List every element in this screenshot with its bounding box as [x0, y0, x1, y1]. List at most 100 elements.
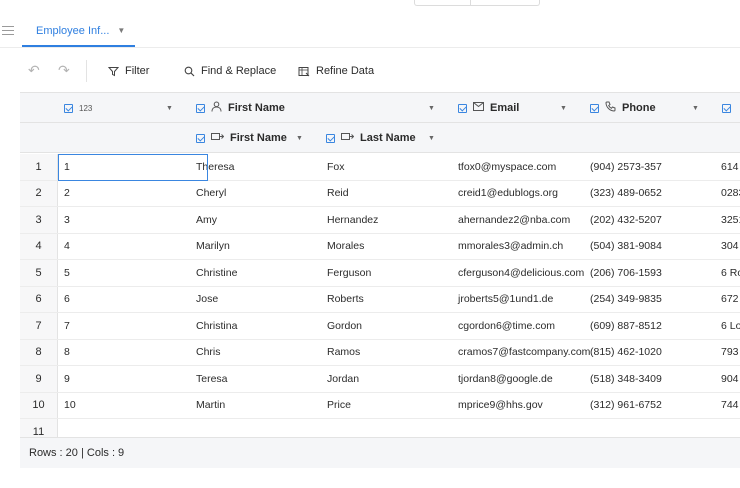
column-checkbox[interactable]	[458, 103, 467, 113]
column-header-next[interactable]	[722, 93, 737, 123]
cell-first-name[interactable]: Christine	[196, 260, 237, 286]
undo-icon[interactable]: ↶	[28, 62, 40, 79]
cell-phone[interactable]: (202) 432-5207	[590, 207, 662, 233]
column-checkbox[interactable]	[590, 103, 599, 113]
cell-last-name[interactable]: Jordan	[327, 366, 359, 392]
cell-last-name[interactable]: Roberts	[327, 287, 364, 313]
cell-next[interactable]: 672	[721, 287, 739, 313]
column-header-phone[interactable]: Phone	[590, 93, 656, 123]
subcolumn-header-last-name[interactable]: Last Name	[326, 123, 416, 153]
cell-next[interactable]: 6 Ro	[721, 260, 740, 286]
subcolumn-header-first-name[interactable]: First Name	[196, 123, 287, 153]
table-row[interactable]: 6 6 Jose Roberts jroberts5@1und1.de (254) 349…	[20, 286, 740, 313]
dropdown-icon[interactable]: ▼	[428, 135, 435, 142]
refine-data-button[interactable]: Refine Data	[298, 63, 374, 79]
row-number[interactable]: 4	[20, 233, 58, 259]
cell-id[interactable]: 3	[64, 207, 70, 233]
column-header-email[interactable]: Email	[458, 93, 519, 123]
table-row[interactable]: 8 8 Chris Ramos cramos7@fastcompany.com (815)…	[20, 339, 740, 366]
cell-next[interactable]: 3251	[721, 207, 740, 233]
row-number[interactable]: 6	[20, 286, 58, 312]
tab-employee-info[interactable]: Employee Inf... ▼	[22, 16, 136, 47]
cell-phone[interactable]: (323) 489-0652	[590, 181, 662, 207]
cell-next[interactable]: 6 Lo	[721, 313, 740, 339]
cell-phone[interactable]: (254) 349-9835	[590, 287, 662, 313]
cell-id[interactable]: 7	[64, 313, 70, 339]
table-row[interactable]: 3 3 Amy Hernandez ahernandez2@nba.com (202) 4…	[20, 207, 740, 234]
table-row[interactable]: 9 9 Teresa Jordan tjordan8@google.de (518) 34…	[20, 366, 740, 393]
cell-phone[interactable]: (206) 706-1593	[590, 260, 662, 286]
cell-email[interactable]: cramos7@fastcompany.com	[458, 340, 590, 366]
row-number[interactable]: 7	[20, 313, 58, 339]
cell-phone[interactable]: (815) 462-1020	[590, 340, 662, 366]
cell-next[interactable]: 793	[721, 340, 739, 366]
table-row[interactable]: 11	[20, 419, 740, 437]
cell-last-name[interactable]: Hernandez	[327, 207, 378, 233]
cell-email[interactable]: tfox0@myspace.com	[458, 154, 556, 180]
table-row[interactable]: 4 4 Marilyn Morales mmorales3@admin.ch (504) …	[20, 233, 740, 260]
column-checkbox[interactable]	[326, 133, 335, 143]
filter-button[interactable]: Filter	[108, 63, 149, 79]
cell-last-name[interactable]: Fox	[327, 154, 345, 180]
chevron-down-icon[interactable]: ▼	[117, 26, 125, 35]
cell-first-name[interactable]: Jose	[196, 287, 218, 313]
dropdown-icon[interactable]: ▼	[166, 105, 173, 112]
cell-email[interactable]: jroberts5@1und1.de	[458, 287, 553, 313]
cell-last-name[interactable]: Ferguson	[327, 260, 371, 286]
cell-phone[interactable]: (904) 2573-357	[590, 154, 662, 180]
cell-email[interactable]: cgordon6@time.com	[458, 313, 555, 339]
cell-last-name[interactable]: Reid	[327, 181, 349, 207]
menu-icon[interactable]	[2, 26, 14, 38]
row-number[interactable]: 8	[20, 339, 58, 365]
cell-last-name[interactable]: Morales	[327, 234, 364, 260]
cell-phone[interactable]: (518) 348-3409	[590, 366, 662, 392]
cell-phone[interactable]: (312) 961-6752	[590, 393, 662, 419]
cell-first-name[interactable]: Amy	[196, 207, 217, 233]
row-number[interactable]: 11	[20, 419, 58, 437]
dropdown-icon[interactable]: ▼	[428, 105, 435, 112]
row-number[interactable]: 3	[20, 207, 58, 233]
column-checkbox[interactable]	[64, 103, 73, 113]
cell-first-name[interactable]: Martin	[196, 393, 225, 419]
cell-email[interactable]: cferguson4@delicious.com	[458, 260, 584, 286]
column-header-first-name[interactable]: First Name	[196, 93, 285, 123]
cell-first-name[interactable]: Cheryl	[196, 181, 226, 207]
dropdown-icon[interactable]: ▼	[296, 135, 303, 142]
column-checkbox[interactable]	[196, 103, 205, 113]
cell-next[interactable]: 304	[721, 234, 739, 260]
cell-id[interactable]: 2	[64, 181, 70, 207]
cell-id[interactable]: 5	[64, 260, 70, 286]
table-row[interactable]: 7 7 Christina Gordon cgordon6@time.com (609) …	[20, 313, 740, 340]
redo-icon[interactable]: ↷	[58, 62, 70, 79]
dropdown-icon[interactable]: ▼	[560, 105, 567, 112]
row-number[interactable]: 1	[20, 154, 58, 180]
cell-email[interactable]: tjordan8@google.de	[458, 366, 553, 392]
cell-id[interactable]: 6	[64, 287, 70, 313]
row-number[interactable]: 5	[20, 260, 58, 286]
cell-id[interactable]: 4	[64, 234, 70, 260]
cell-phone[interactable]: (609) 887-8512	[590, 313, 662, 339]
row-number[interactable]: 10	[20, 392, 58, 418]
cell-first-name[interactable]: Marilyn	[196, 234, 230, 260]
cell-first-name[interactable]: Christina	[196, 313, 237, 339]
cell-next[interactable]: 0283	[721, 181, 740, 207]
cell-email[interactable]: ahernandez2@nba.com	[458, 207, 570, 233]
row-number[interactable]: 2	[20, 180, 58, 206]
row-number[interactable]: 9	[20, 366, 58, 392]
find-replace-button[interactable]: Find & Replace	[184, 63, 276, 79]
cell-email[interactable]: creid1@edublogs.org	[458, 181, 558, 207]
column-header-id[interactable]: 123	[64, 93, 92, 123]
cell-last-name[interactable]: Price	[327, 393, 351, 419]
cell-id[interactable]: 10	[64, 393, 76, 419]
cell-last-name[interactable]: Ramos	[327, 340, 360, 366]
cell-phone[interactable]: (504) 381-9084	[590, 234, 662, 260]
column-checkbox[interactable]	[196, 133, 205, 143]
cell-first-name[interactable]: Chris	[196, 340, 221, 366]
table-row[interactable]: 5 5 Christine Ferguson cferguson4@delicious.…	[20, 260, 740, 287]
dropdown-icon[interactable]: ▼	[692, 105, 699, 112]
cell-email[interactable]: mmorales3@admin.ch	[458, 234, 563, 260]
cell-next[interactable]: 614	[721, 154, 739, 180]
cell-next[interactable]: 904	[721, 366, 739, 392]
table-row[interactable]: 10 10 Martin Price mprice9@hhs.gov (312) 961-…	[20, 392, 740, 419]
table-row[interactable]: 2 2 Cheryl Reid creid1@edublogs.org (323) 489…	[20, 180, 740, 207]
